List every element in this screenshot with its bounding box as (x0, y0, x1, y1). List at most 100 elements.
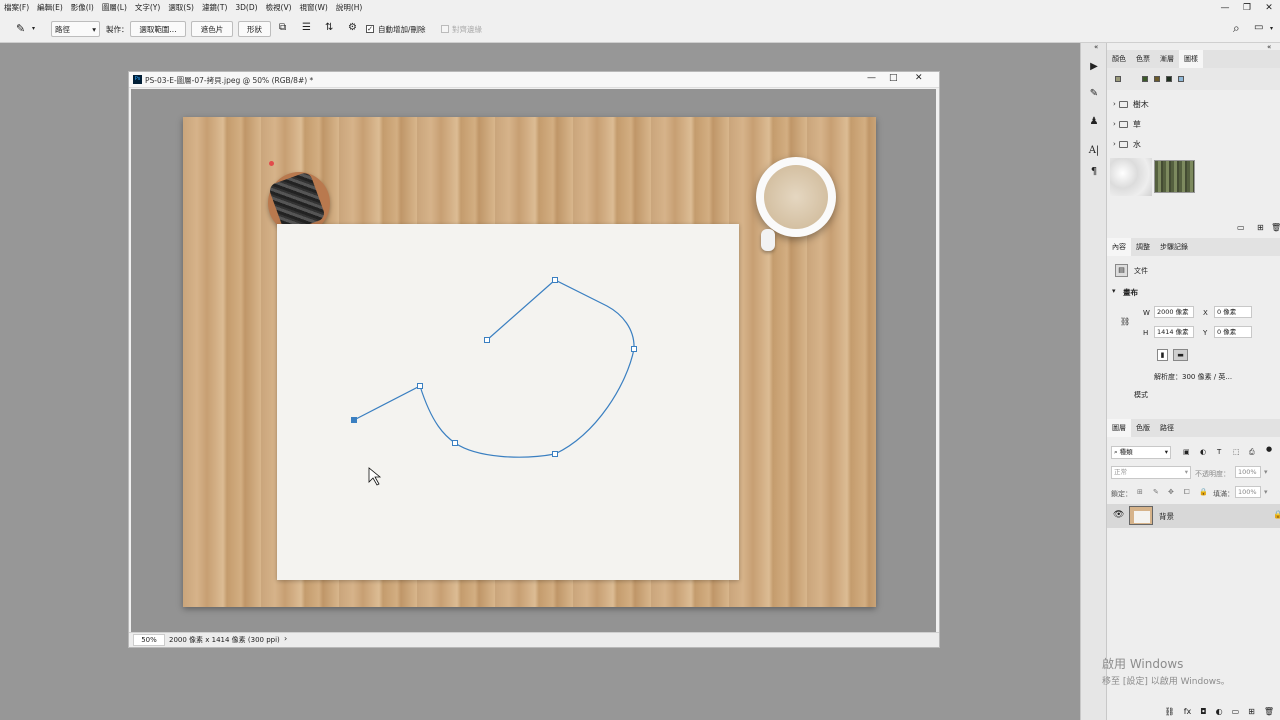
lock-artboard-icon[interactable]: ⧠ (1184, 488, 1190, 497)
canvas-height-field[interactable]: 1414 像素 (1154, 326, 1194, 338)
pattern-preset[interactable] (1166, 76, 1172, 82)
layer-row-background[interactable]: 👁 背景 🔒 (1107, 504, 1280, 528)
chevron-down-icon[interactable]: ▾ (1264, 488, 1268, 496)
adjustment-layer-icon[interactable]: ◐ (1216, 707, 1223, 716)
tab-adjustments[interactable]: 調整 (1131, 238, 1155, 256)
pixel-filter-icon[interactable]: ▣ (1183, 448, 1190, 456)
type-filter-icon[interactable]: T (1217, 448, 1221, 456)
path-arrangement-icon[interactable]: ⇅ (325, 22, 333, 33)
trash-icon[interactable]: 🗑 (1271, 223, 1280, 232)
tab-color[interactable]: 顏色 (1107, 50, 1131, 68)
menu-select[interactable]: 選取(S) (164, 0, 198, 16)
canvas-x-field[interactable]: 0 像素 (1214, 306, 1252, 318)
trash-icon[interactable]: 🗑 (1264, 707, 1274, 716)
pattern-preset[interactable] (1178, 76, 1184, 82)
lock-transparent-icon[interactable]: ⊞ (1137, 488, 1143, 496)
canvas-area[interactable] (131, 89, 936, 632)
anchor-point-selected[interactable] (351, 417, 357, 423)
group-icon[interactable]: ▭ (1232, 707, 1240, 716)
chevron-down-icon[interactable]: ▾ (32, 25, 35, 32)
make-mask-button[interactable]: 遮色片 (191, 21, 233, 37)
lock-position-icon[interactable]: ✥ (1168, 488, 1174, 496)
pattern-folder-trees[interactable]: › 樹木 (1107, 94, 1280, 114)
zoom-field[interactable]: 50% (133, 634, 165, 646)
visibility-eye-icon[interactable]: 👁 (1113, 510, 1124, 520)
doc-minimize-button[interactable]: — (867, 73, 876, 83)
adjustment-filter-icon[interactable]: ◐ (1200, 448, 1206, 456)
play-icon[interactable]: ▶ (1086, 58, 1102, 74)
path-curve[interactable] (353, 279, 635, 458)
shape-filter-icon[interactable]: ⬚ (1233, 448, 1240, 456)
fill-field[interactable]: 100% (1235, 486, 1261, 498)
app-minimize-button[interactable]: — (1214, 0, 1236, 16)
opacity-field[interactable]: 100% (1235, 466, 1261, 478)
anchor-point[interactable] (552, 451, 558, 457)
tab-properties[interactable]: 內容 (1107, 238, 1131, 256)
search-icon[interactable]: ⌕ (1233, 21, 1240, 36)
tab-gradients[interactable]: 漸層 (1155, 50, 1179, 68)
portrait-orientation-icon[interactable]: ▮ (1157, 349, 1168, 361)
make-shape-button[interactable]: 形狀 (238, 21, 271, 37)
clone-source-icon[interactable]: ♟ (1086, 113, 1102, 129)
new-folder-icon[interactable]: ▭ (1237, 223, 1245, 232)
blend-mode-select[interactable]: 正常 ▾ (1111, 466, 1191, 479)
tab-swatches[interactable]: 色票 (1131, 50, 1155, 68)
landscape-orientation-icon[interactable]: ▬ (1173, 349, 1188, 361)
anchor-point[interactable] (552, 277, 558, 283)
menu-filter[interactable]: 濾鏡(T) (198, 0, 231, 16)
doc-maximize-button[interactable]: □ (889, 73, 898, 83)
workspace-icon[interactable]: ▭ (1254, 22, 1263, 33)
fx-icon[interactable]: fx (1184, 707, 1192, 716)
menu-image[interactable]: 影像(I) (67, 0, 98, 16)
link-layers-icon[interactable]: ⛓ (1165, 707, 1175, 716)
chevron-down-icon[interactable]: ▾ (1112, 287, 1116, 295)
app-close-button[interactable]: ✕ (1258, 0, 1280, 16)
pen-tool-icon[interactable]: ✎ (16, 22, 25, 35)
filter-toggle-icon[interactable]: ● (1266, 445, 1272, 453)
chevron-down-icon[interactable]: ▾ (1270, 25, 1273, 32)
link-icon[interactable]: ⛓ (1120, 317, 1130, 326)
pattern-preset[interactable] (1154, 76, 1160, 82)
tab-patterns[interactable]: 圖樣 (1179, 50, 1203, 68)
tab-history[interactable]: 步驟記錄 (1155, 238, 1193, 256)
new-layer-icon[interactable]: ⊞ (1248, 707, 1255, 716)
pattern-preset[interactable] (1115, 76, 1121, 82)
make-selection-button[interactable]: 選取範圍... (130, 21, 186, 37)
doc-close-button[interactable]: ✕ (915, 73, 923, 83)
canvas-width-field[interactable]: 2000 像素 (1154, 306, 1194, 318)
brush-icon[interactable]: ✎ (1086, 85, 1102, 101)
anchor-point[interactable] (484, 337, 490, 343)
chevron-down-icon[interactable]: ▾ (1264, 468, 1268, 476)
menu-edit[interactable]: 編輯(E) (33, 0, 67, 16)
menu-window[interactable]: 視窗(W) (296, 0, 332, 16)
align-edges-checkbox[interactable] (441, 25, 449, 33)
mask-icon[interactable]: ◘ (1200, 707, 1206, 716)
menu-help[interactable]: 說明(H) (332, 0, 367, 16)
gear-icon[interactable]: ⚙ (348, 22, 357, 33)
pattern-thumbnail[interactable] (1154, 160, 1195, 193)
lock-pixels-icon[interactable]: ✎ (1153, 488, 1159, 496)
tab-layers[interactable]: 圖層 (1107, 419, 1131, 437)
menu-type[interactable]: 文字(Y) (131, 0, 164, 16)
auto-add-delete-checkbox[interactable]: ✓ (366, 25, 374, 33)
lock-all-icon[interactable]: 🔒 (1199, 488, 1208, 496)
pattern-preset[interactable] (1142, 76, 1148, 82)
anchor-point[interactable] (417, 383, 423, 389)
menu-3d[interactable]: 3D(D) (231, 0, 261, 16)
pattern-thumbnail[interactable] (1110, 158, 1152, 196)
anchor-point[interactable] (631, 346, 637, 352)
menu-layer[interactable]: 圖層(L) (98, 0, 131, 16)
pattern-folder-grass[interactable]: › 草 (1107, 114, 1280, 134)
menu-view[interactable]: 檢視(V) (262, 0, 296, 16)
new-pattern-icon[interactable]: ⊞ (1257, 223, 1264, 232)
paragraph-icon[interactable]: ¶ (1086, 163, 1102, 179)
tool-mode-select[interactable]: 路徑 ▾ (51, 21, 100, 37)
character-icon[interactable]: A| (1086, 142, 1102, 158)
layer-filter-select[interactable]: ⌕ 種類 ▾ (1111, 446, 1171, 459)
tab-channels[interactable]: 色版 (1131, 419, 1155, 437)
path-operations-icon[interactable]: ⧉ (279, 22, 286, 33)
chevron-right-icon[interactable]: › (284, 634, 287, 643)
smart-object-filter-icon[interactable]: ⎙ (1249, 448, 1255, 457)
pen-path[interactable] (277, 224, 739, 580)
app-restore-button[interactable]: ❐ (1236, 0, 1258, 16)
